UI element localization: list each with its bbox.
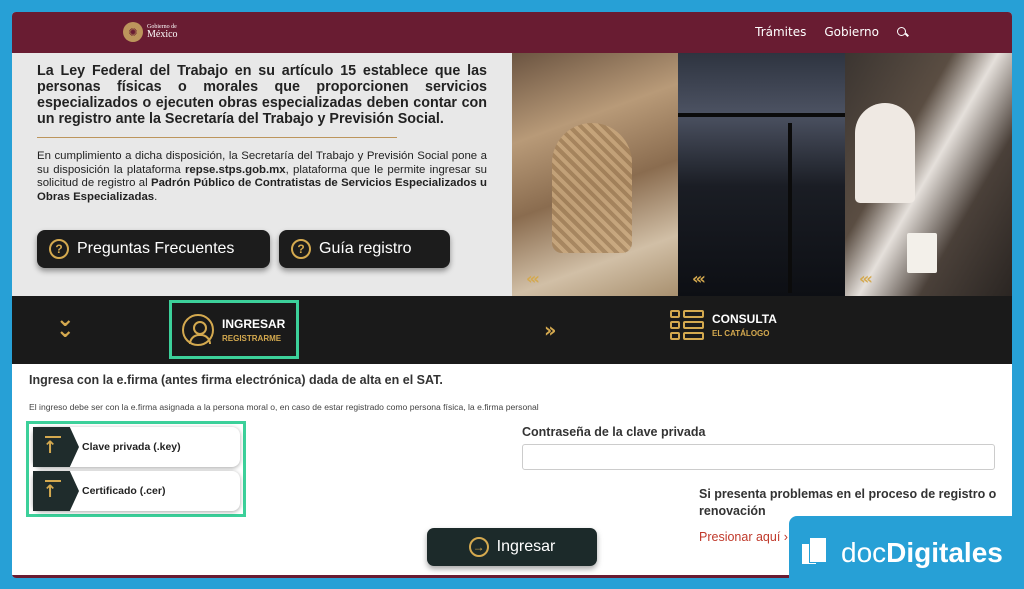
guide-label: Guía registro bbox=[319, 240, 412, 257]
repse-url: repse.stps.gob.mx bbox=[184, 163, 286, 176]
key-upload-button[interactable]: ↑ Clave privada (.key) bbox=[33, 427, 240, 467]
consulta-subtitle: EL CATÁLOGO bbox=[712, 329, 770, 338]
faq-label: Preguntas Frecuentes bbox=[77, 240, 235, 257]
hero-section: La Ley Federal del Trabajo en su artícul… bbox=[12, 53, 1012, 296]
ingresar-title: INGRESAR bbox=[222, 316, 286, 331]
lead-end: . bbox=[439, 111, 444, 127]
nav-tramites[interactable]: Trámites bbox=[755, 25, 806, 39]
body-end: . bbox=[154, 190, 158, 203]
photo-baskets: ‹‹‹ bbox=[512, 53, 678, 296]
hero-lead: La Ley Federal del Trabajo en su artícul… bbox=[37, 63, 487, 127]
document-icon bbox=[801, 536, 833, 569]
action-band: ⌄ ⌄ INGRESAR REGISTRARME ›› CONSULTA EL C… bbox=[12, 296, 1012, 364]
gobierno-logo[interactable]: ✺ Gobierno de México bbox=[123, 22, 178, 42]
docdigitales-watermark: docDigitales bbox=[789, 516, 1024, 589]
help-link[interactable]: Presionar aquí › bbox=[699, 530, 788, 544]
logo-text: Gobierno de México bbox=[147, 24, 178, 40]
browser-frame: ✺ Gobierno de México Trámites Gobierno L… bbox=[12, 12, 1012, 578]
consulta-title: CONSULTA bbox=[712, 312, 777, 326]
ingresar-text: INGRESAR REGISTRARME bbox=[222, 317, 285, 343]
basket-shape bbox=[552, 123, 632, 253]
ingresar-button-label: Ingresar bbox=[496, 538, 556, 555]
person-shape bbox=[855, 103, 915, 203]
cer-upload-label: Certificado (.cer) bbox=[82, 485, 166, 497]
question-icon: ? bbox=[49, 239, 69, 259]
user-icon bbox=[182, 313, 214, 346]
gold-divider bbox=[37, 137, 397, 138]
form-title: Ingresa con la e.firma (antes firma elec… bbox=[29, 373, 443, 387]
password-label: Contraseña de la clave privada bbox=[522, 425, 706, 439]
site-header: ✺ Gobierno de México Trámites Gobierno bbox=[12, 12, 1012, 53]
photo-construction: ‹‹‹ bbox=[678, 53, 845, 296]
photo-barista: ‹‹‹ bbox=[845, 53, 1012, 296]
search-icon[interactable] bbox=[897, 26, 908, 38]
watermark-text-bold: Digitales bbox=[886, 536, 1003, 568]
logo-big-text: México bbox=[147, 29, 178, 40]
slide-arrows-icon[interactable]: ‹‹‹ bbox=[692, 269, 706, 288]
hero-body: En cumplimiento a dicha disposición, la … bbox=[37, 150, 487, 204]
watermark-text-light: doc bbox=[841, 536, 887, 568]
upload-group: ↑ Clave privada (.key) ↑ Certificado (.c… bbox=[26, 421, 246, 517]
upload-icon: ↑ bbox=[33, 427, 79, 467]
lead-law: La Ley Federal del Trabajo bbox=[37, 63, 228, 79]
help-link-text: Presionar aquí bbox=[699, 530, 781, 544]
scaffold-post bbox=[788, 123, 792, 293]
password-field[interactable] bbox=[522, 444, 995, 470]
question-icon: ? bbox=[291, 239, 311, 259]
slide-arrows-icon[interactable]: ‹‹‹ bbox=[526, 269, 540, 288]
ingresar-button[interactable]: → Ingresar bbox=[427, 528, 597, 566]
cer-upload-button[interactable]: ↑ Certificado (.cer) bbox=[33, 471, 240, 511]
slide-arrows-icon[interactable]: ‹‹‹ bbox=[859, 269, 873, 288]
hero-text: La Ley Federal del Trabajo en su artícul… bbox=[37, 63, 487, 204]
chevron-down-icon[interactable]: ⌄ ⌄ bbox=[56, 309, 74, 342]
watermark-text: docDigitales bbox=[841, 537, 1003, 569]
upload-icon: ↑ bbox=[33, 471, 79, 511]
ingresar-tab[interactable]: INGRESAR REGISTRARME bbox=[169, 300, 299, 359]
help-text: Si presenta problemas en el proceso de r… bbox=[699, 487, 997, 518]
form-note: El ingreso debe ser con la e.firma asign… bbox=[29, 402, 539, 412]
nav-gobierno[interactable]: Gobierno bbox=[824, 25, 879, 39]
eagle-emblem-icon: ✺ bbox=[123, 22, 143, 42]
guide-button[interactable]: ? Guía registro bbox=[279, 230, 450, 268]
arrow-right-icon: → bbox=[468, 537, 489, 557]
scaffold-beam bbox=[678, 113, 845, 117]
key-upload-label: Clave privada (.key) bbox=[82, 441, 181, 453]
ingresar-subtitle: REGISTRARME bbox=[222, 333, 282, 343]
chevron-right-icon[interactable]: ›› bbox=[544, 318, 557, 342]
consulta-text: CONSULTA EL CATÁLOGO bbox=[712, 312, 777, 338]
faq-button[interactable]: ? Preguntas Frecuentes bbox=[37, 230, 270, 268]
cup-shape bbox=[907, 233, 937, 273]
lead-secretaria: Secretaría del Trabajo y Previsión Socia… bbox=[164, 111, 440, 127]
top-nav: Trámites Gobierno bbox=[755, 25, 908, 39]
consulta-tab[interactable]: CONSULTA EL CATÁLOGO bbox=[670, 310, 777, 340]
list-icon bbox=[670, 310, 704, 340]
